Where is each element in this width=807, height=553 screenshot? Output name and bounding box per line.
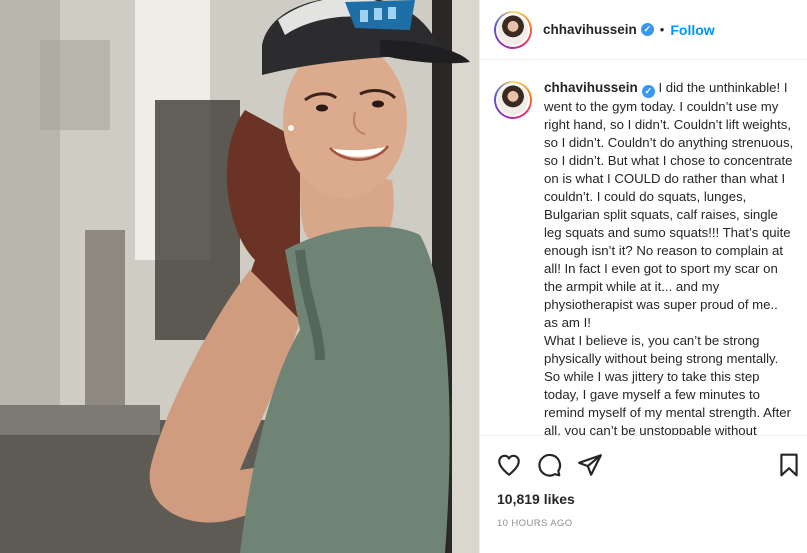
post-header: chhavihussein ✓ • Follow: [480, 0, 807, 60]
follow-button[interactable]: Follow: [670, 22, 714, 38]
post-timestamp[interactable]: 10 HOURS AGO: [497, 518, 573, 529]
heart-icon[interactable]: [496, 452, 522, 478]
paper-plane-icon[interactable]: [577, 452, 603, 478]
separator-dot: •: [659, 22, 665, 37]
author-avatar[interactable]: [494, 10, 532, 49]
post-actions: 10,819 likes 10 HOURS AGO: [480, 435, 807, 553]
author-username[interactable]: chhavihussein: [543, 22, 637, 37]
caption-text: I did the unthinkable! I went to the gym…: [544, 80, 794, 435]
comment-icon[interactable]: [536, 452, 562, 478]
photo-illustration: [0, 0, 479, 553]
caption-author-avatar[interactable]: [494, 81, 532, 119]
caption-verified-badge-icon: ✓: [641, 84, 655, 98]
verified-badge-icon: ✓: [640, 23, 654, 36]
caption-comment: chhavihussein ✓ I did the unthinkable! I …: [480, 61, 807, 435]
likes-count[interactable]: 10,819 likes: [497, 491, 575, 507]
caption-author-username[interactable]: chhavihussein: [544, 80, 638, 95]
caption-body: chhavihussein ✓ I did the unthinkable! I …: [544, 79, 794, 435]
post-details-panel: chhavihussein ✓ • Follow chhavihussein ✓ …: [479, 0, 807, 553]
bookmark-icon[interactable]: [776, 452, 802, 478]
post-photo[interactable]: [0, 0, 479, 553]
